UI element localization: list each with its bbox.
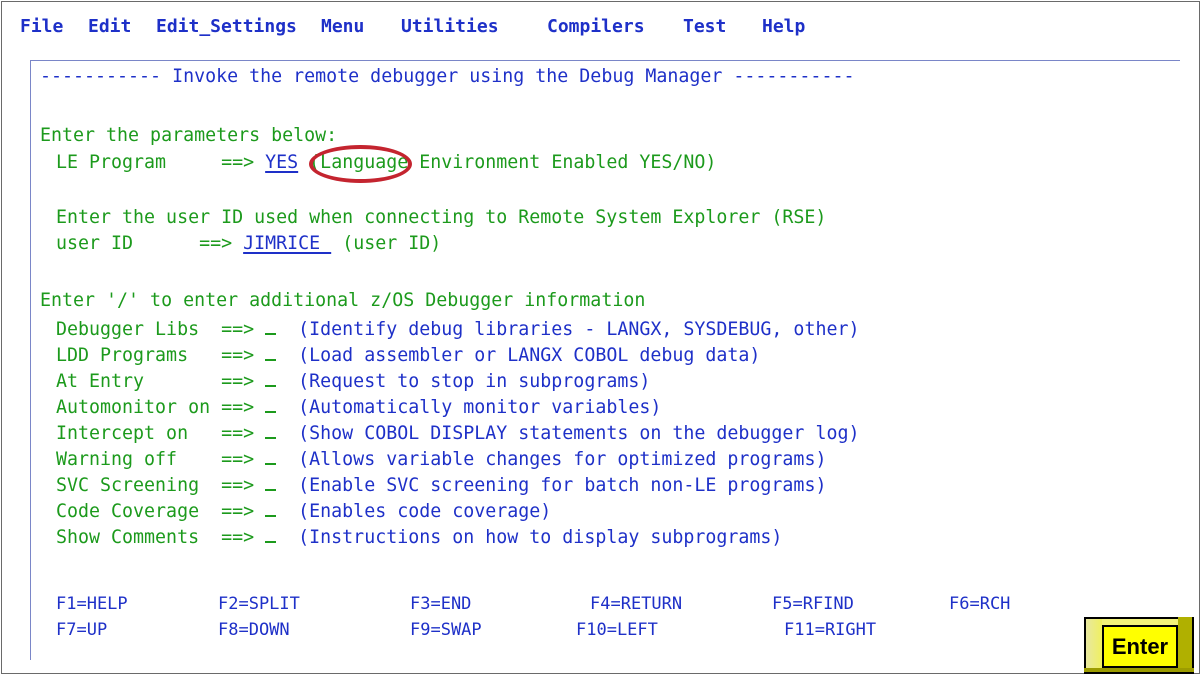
menu-help[interactable]: Help xyxy=(762,16,805,37)
menu-test[interactable]: Test xyxy=(683,16,726,37)
option-row: SVC Screening ==> (Enable SVC screening … xyxy=(56,472,826,497)
enter-key-bevel-bottom xyxy=(1084,668,1194,674)
option-description: (Enable SVC screening for batch non-LE p… xyxy=(298,475,827,496)
option-label: At Entry ==> xyxy=(56,371,255,392)
fkey-f5-rfind[interactable]: F5=RFIND xyxy=(772,594,854,614)
option-row: Intercept on ==> (Show COBOL DISPLAY sta… xyxy=(56,420,859,445)
code-coverage-input[interactable] xyxy=(265,498,277,517)
option-label: SVC Screening ==> xyxy=(56,475,255,496)
option-description: (Automatically monitor variables) xyxy=(298,397,662,418)
option-label: Debugger Libs ==> xyxy=(56,319,255,340)
debugger-libs-input[interactable] xyxy=(265,316,277,335)
option-row: Warning off ==> (Allows variable changes… xyxy=(56,446,826,471)
fkey-f3-end[interactable]: F3=END xyxy=(410,594,471,614)
warning-off-input[interactable] xyxy=(265,446,277,465)
fkey-f8-down[interactable]: F8=DOWN xyxy=(218,620,290,640)
fkey-f11-right[interactable]: F11=RIGHT xyxy=(784,620,876,640)
option-row: Debugger Libs ==> (Identify debug librar… xyxy=(56,316,859,341)
enter-key-label: Enter xyxy=(1102,625,1178,668)
intercept-input[interactable] xyxy=(265,420,277,439)
at-entry-input[interactable] xyxy=(265,368,277,387)
option-description: (Enables code coverage) xyxy=(298,501,552,522)
show-comments-input[interactable] xyxy=(265,524,277,543)
option-description: (Request to stop in subprograms) xyxy=(298,371,651,392)
fkey-f9-swap[interactable]: F9=SWAP xyxy=(410,620,482,640)
option-row: Code Coverage ==> (Enables code coverage… xyxy=(56,498,551,523)
option-description: (Identify debug libraries - LANGX, SYSDE… xyxy=(298,319,860,340)
option-label: Automonitor on ==> xyxy=(56,397,255,418)
menu-compilers[interactable]: Compilers xyxy=(547,16,645,37)
option-label: LDD Programs ==> xyxy=(56,345,255,366)
automonitor-input[interactable] xyxy=(265,394,277,413)
option-row: At Entry ==> (Request to stop in subprog… xyxy=(56,368,650,393)
user-id-description: (user ID) xyxy=(342,233,442,254)
option-row: Show Comments ==> (Instructions on how t… xyxy=(56,524,782,549)
option-label: Warning off ==> xyxy=(56,449,255,470)
enter-parameters-heading: Enter the parameters below: xyxy=(40,125,338,146)
user-id-prompt: Enter the user ID used when connecting t… xyxy=(56,207,827,228)
panel-title: ----------- Invoke the remote debugger u… xyxy=(40,66,855,87)
option-row: LDD Programs ==> (Load assembler or LANG… xyxy=(56,342,760,367)
fkey-f10-left[interactable]: F10=LEFT xyxy=(576,620,658,640)
option-label: Show Comments ==> xyxy=(56,527,255,548)
menu-menu[interactable]: Menu xyxy=(321,16,364,37)
highlight-oval xyxy=(309,145,412,183)
option-description: (Load assembler or LANGX COBOL debug dat… xyxy=(298,345,761,366)
additional-info-prompt: Enter '/' to enter additional z/OS Debug… xyxy=(40,290,646,311)
option-description: (Allows variable changes for optimized p… xyxy=(298,449,827,470)
fkey-f2-split[interactable]: F2=SPLIT xyxy=(218,594,300,614)
enter-key-button[interactable]: Enter xyxy=(1084,617,1194,674)
fkey-f1-help[interactable]: F1=HELP xyxy=(56,594,128,614)
option-label: Code Coverage ==> xyxy=(56,501,255,522)
menu-bar: File Edit Edit_Settings Menu Utilities C… xyxy=(2,2,1199,42)
ldd-programs-input[interactable] xyxy=(265,342,277,361)
user-id-label: user ID ==> xyxy=(56,233,233,254)
menu-edit[interactable]: Edit xyxy=(88,16,131,37)
enter-key-bevel-right xyxy=(1178,617,1194,674)
menu-utilities[interactable]: Utilities xyxy=(401,16,499,37)
option-description: (Show COBOL DISPLAY statements on the de… xyxy=(298,423,860,444)
menu-edit-settings[interactable]: Edit_Settings xyxy=(156,16,297,37)
fkey-f7-up[interactable]: F7=UP xyxy=(56,620,107,640)
menu-file[interactable]: File xyxy=(20,16,63,37)
option-label: Intercept on ==> xyxy=(56,423,255,444)
option-row: Automonitor on ==> (Automatically monito… xyxy=(56,394,661,419)
option-description: (Instructions on how to display subprogr… xyxy=(298,527,783,548)
enter-key-bevel-left xyxy=(1084,617,1102,674)
fkey-f6-rchange[interactable]: F6=RCH xyxy=(949,594,1010,614)
le-program-label: LE Program ==> xyxy=(56,152,255,173)
le-program-input[interactable]: YES xyxy=(265,152,298,173)
user-id-row: user ID ==> JIMRICE (user ID) xyxy=(56,233,441,255)
user-id-input[interactable]: JIMRICE xyxy=(243,233,331,254)
fkey-f4-return[interactable]: F4=RETURN xyxy=(590,594,682,614)
svc-screening-input[interactable] xyxy=(265,472,277,491)
